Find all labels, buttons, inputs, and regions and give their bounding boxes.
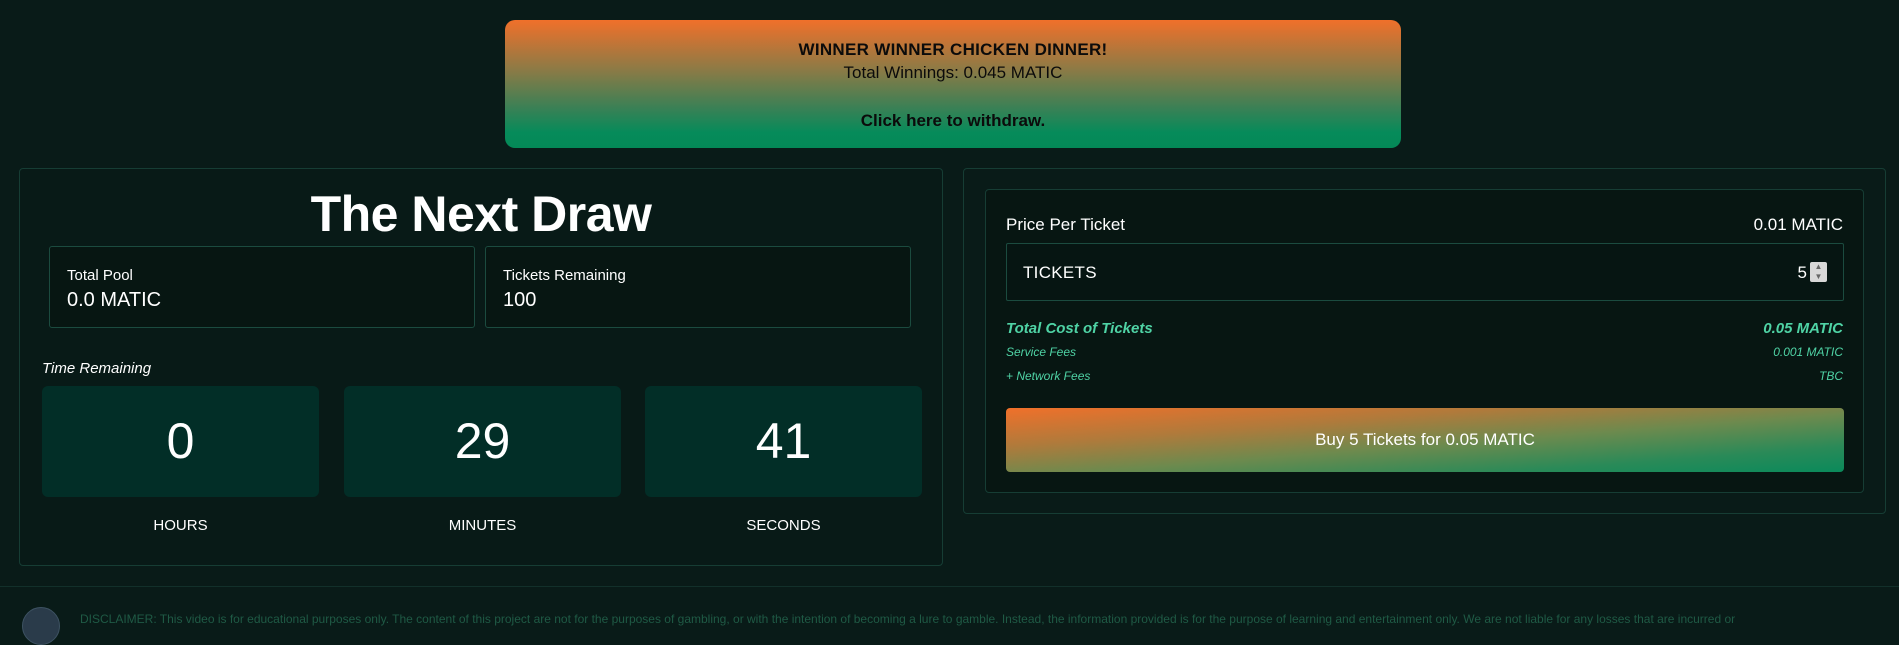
disclaimer-text: DISCLAIMER: This video is for educationa… xyxy=(80,612,1736,626)
minutes-counter: 29 xyxy=(344,386,621,497)
quantity-stepper-icon[interactable]: ▲ ▼ xyxy=(1810,262,1827,282)
purchase-card: Price Per Ticket 0.01 MATIC TICKETS 5 ▲ ▼… xyxy=(985,189,1864,493)
minutes-label: MINUTES xyxy=(448,517,517,534)
service-fees-label: Service Fees xyxy=(1006,345,1077,359)
price-per-ticket-label: Price Per Ticket xyxy=(1006,215,1126,234)
next-draw-panel: The Next Draw Total Pool 0.0 MATIC Ticke… xyxy=(19,168,943,566)
ticket-quantity-field[interactable]: TICKETS 5 ▲ ▼ xyxy=(1006,243,1844,301)
purchase-panel: Price Per Ticket 0.01 MATIC TICKETS 5 ▲ ▼… xyxy=(963,168,1886,514)
total-cost-value: 0.05 MATIC xyxy=(1763,320,1843,337)
network-fees-label: + Network Fees xyxy=(1006,369,1091,383)
page-title: The Next Draw xyxy=(310,186,652,242)
seconds-label: SECONDS xyxy=(746,517,821,534)
footer-divider xyxy=(0,586,1899,587)
network-fees-value: TBC xyxy=(1819,369,1843,383)
tickets-remaining-label: Tickets Remaining xyxy=(503,267,626,284)
time-remaining-label: Time Remaining xyxy=(42,360,152,377)
tickets-remaining-value: 100 xyxy=(503,289,537,311)
hours-label: HOURS xyxy=(153,517,208,534)
seconds-counter: 41 xyxy=(645,386,922,497)
total-pool-value: 0.0 MATIC xyxy=(67,289,162,311)
total-cost-label: Total Cost of Tickets xyxy=(1006,320,1153,337)
winner-banner[interactable]: WINNER WINNER CHICKEN DINNER! Total Winn… xyxy=(505,20,1401,148)
winner-headline: WINNER WINNER CHICKEN DINNER! xyxy=(798,40,1108,59)
total-pool-card: Total Pool 0.0 MATIC xyxy=(49,246,475,328)
ticket-quantity-value[interactable]: 5 xyxy=(1798,263,1807,283)
total-winnings: Total Winnings: 0.045 MATIC xyxy=(843,63,1063,82)
tickets-label: TICKETS xyxy=(1023,263,1097,282)
total-pool-label: Total Pool xyxy=(67,267,133,284)
tickets-remaining-card: Tickets Remaining 100 xyxy=(485,246,911,328)
price-per-ticket-value: 0.01 MATIC xyxy=(1753,215,1843,234)
withdraw-link[interactable]: Click here to withdraw. xyxy=(505,111,1401,131)
hours-counter: 0 xyxy=(42,386,319,497)
service-fees-value: 0.001 MATIC xyxy=(1773,345,1843,359)
avatar xyxy=(22,607,60,645)
buy-tickets-button[interactable]: Buy 5 Tickets for 0.05 MATIC xyxy=(1006,408,1844,472)
